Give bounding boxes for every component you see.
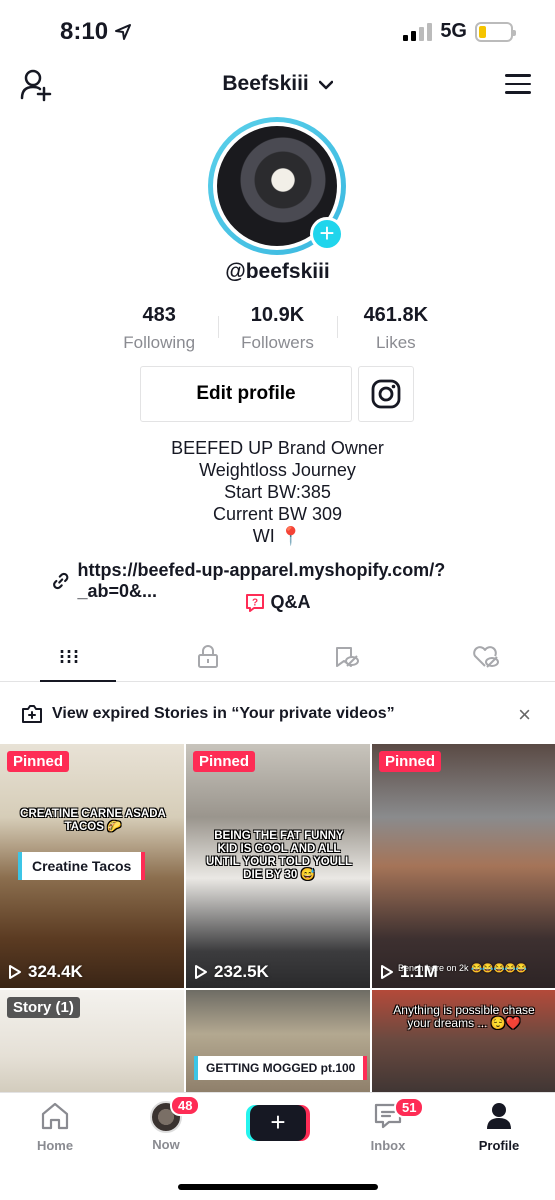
location-arrow-icon	[115, 24, 132, 40]
profile-stats: 483 Following 10.9K Followers 461.8K Lik…	[100, 304, 455, 353]
nav-label: Home	[36, 1138, 74, 1153]
bio-line: Current BW 309	[212, 504, 343, 524]
notification-badge: 48	[170, 1095, 201, 1116]
nav-label: Now	[152, 1137, 180, 1152]
nav-label: Profile	[478, 1138, 520, 1153]
bio-line: WI 📍	[252, 526, 303, 546]
view-count: 1.1M	[380, 962, 438, 982]
tab-private[interactable]	[139, 632, 278, 681]
instagram-button[interactable]	[358, 366, 414, 422]
tab-liked[interactable]	[416, 632, 555, 681]
tab-reposts[interactable]	[278, 632, 417, 681]
edit-profile-button[interactable]: Edit profile	[140, 366, 352, 422]
profile-tabs	[0, 632, 555, 682]
bio: BEEFED UP Brand Owner Weightloss Journey…	[0, 437, 555, 547]
bio-line: BEEFED UP Brand Owner	[171, 438, 384, 458]
profile-handle: @beefskiii	[225, 260, 330, 283]
notification-badge: 51	[394, 1097, 425, 1118]
video-tile[interactable]: Pinned BEING THE FAT FUNNY KID IS COOL A…	[186, 744, 370, 988]
status-indicators: 5G	[403, 20, 516, 43]
nav-home[interactable]: Home	[15, 1101, 95, 1153]
add-story-icon[interactable]: +	[310, 217, 344, 251]
bio-line: Start BW:385	[224, 482, 331, 502]
instagram-icon	[371, 379, 401, 409]
nav-inbox[interactable]: Inbox 51	[348, 1097, 428, 1153]
qa-label: Q&A	[270, 592, 311, 612]
banner-text: View expired Stories in “Your private vi…	[52, 705, 395, 722]
pinned-badge: Pinned	[379, 751, 442, 772]
heart-hidden-icon	[472, 645, 499, 668]
bio-line: Weightloss Journey	[199, 460, 356, 480]
qa-icon: ?	[245, 593, 264, 612]
close-icon[interactable]: ×	[518, 702, 531, 728]
play-icon	[9, 965, 21, 979]
video-caption: Anything is possible chase your dreams .…	[393, 1003, 535, 1030]
bottom-nav: Home Now 48 + Inbox 51 Profile	[0, 1092, 555, 1200]
stat-label: Followers	[241, 333, 314, 352]
video-caption: CREATINE CARNE ASADA TACOS 🌮	[20, 808, 166, 833]
qa-link[interactable]: ? Q&A	[0, 592, 555, 613]
link-icon	[53, 572, 69, 590]
account-name: Beefskiii	[222, 72, 309, 95]
stat-value: 461.8K	[363, 304, 429, 326]
video-tile[interactable]: Anything is possible chase your dreams .…	[372, 990, 555, 1100]
chevron-down-icon	[318, 80, 333, 90]
video-tile[interactable]: GETTING MOGGED pt.100	[186, 990, 370, 1100]
account-switcher[interactable]: Beefskiii	[0, 72, 555, 96]
battery-icon	[475, 21, 516, 42]
video-tile[interactable]: Pinned CREATINE CARNE ASADA TACOS 🌮 Crea…	[0, 744, 184, 988]
network-type: 5G	[440, 20, 467, 42]
clock: 8:10	[60, 18, 109, 45]
stat-label: Following	[123, 333, 196, 352]
create-button[interactable]: +	[250, 1105, 306, 1141]
status-bar: 8:10 5G	[0, 0, 555, 64]
nav-profile[interactable]: Profile	[459, 1101, 539, 1153]
profile-icon	[487, 1103, 511, 1129]
status-time: 8:10	[60, 18, 132, 46]
view-count: 232.5K	[194, 962, 269, 982]
tab-videos[interactable]	[0, 632, 139, 682]
story-camera-icon	[22, 705, 42, 723]
nav-label: Inbox	[370, 1138, 406, 1153]
pinned-badge: Pinned	[7, 751, 70, 772]
home-indicator	[178, 1184, 378, 1190]
video-label: Creatine Tacos	[18, 852, 146, 880]
view-count: 324.4K	[8, 962, 83, 982]
view-count-value: 232.5K	[214, 962, 269, 981]
video-grid: Pinned CREATINE CARNE ASADA TACOS 🌮 Crea…	[0, 744, 555, 1102]
play-icon	[195, 965, 207, 979]
view-count-value: 1.1M	[400, 962, 438, 981]
svg-text:?: ?	[251, 597, 257, 608]
lock-icon	[198, 644, 219, 668]
video-tile[interactable]: Story (1)	[0, 990, 184, 1100]
stat-following[interactable]: 483 Following	[100, 304, 218, 353]
signal-icon	[403, 22, 433, 41]
nav-now[interactable]: Now 48	[126, 1095, 206, 1152]
view-count-value: 324.4K	[28, 962, 83, 981]
home-icon	[41, 1102, 69, 1130]
video-caption: BEING THE FAT FUNNY KID IS COOL AND ALL …	[205, 830, 353, 881]
menu-icon[interactable]	[505, 74, 531, 94]
stat-value: 10.9K	[250, 304, 305, 326]
video-tile[interactable]: Pinned Bench here on 2k 😂😂😂😂😂 1.1M	[372, 744, 555, 988]
stat-likes[interactable]: 461.8K Likes	[336, 304, 455, 353]
story-badge: Story (1)	[7, 997, 80, 1018]
expired-stories-banner[interactable]: View expired Stories in “Your private vi…	[0, 690, 555, 738]
avatar[interactable]: +	[208, 117, 346, 255]
pinned-badge: Pinned	[193, 751, 256, 772]
bookmark-eye-icon	[335, 646, 359, 667]
video-label: GETTING MOGGED pt.100	[194, 1056, 368, 1080]
grid-icon	[61, 649, 78, 664]
stat-followers[interactable]: 10.9K Followers	[218, 304, 336, 353]
stat-label: Likes	[375, 333, 416, 352]
play-icon	[381, 965, 393, 979]
top-nav: Beefskiii	[0, 64, 555, 108]
stat-value: 483	[142, 304, 176, 326]
